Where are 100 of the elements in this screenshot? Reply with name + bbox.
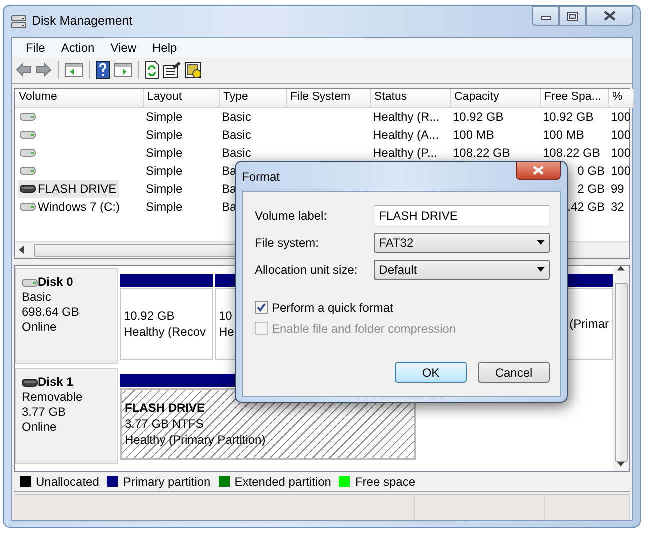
table-cell: Healthy (A...	[373, 128, 440, 142]
legend-label: Extended partition	[234, 474, 332, 491]
dropdown[interactable]: Default	[374, 260, 550, 280]
caret-icon	[537, 240, 545, 245]
volume-name[interactable]	[18, 149, 38, 158]
column-header[interactable]: Free Spa...	[540, 88, 608, 108]
disk-status: Online	[22, 320, 58, 336]
hard-drive-icon	[20, 131, 36, 140]
partition-text: 3.77 GB NTFS	[125, 416, 204, 432]
pane-icon[interactable]	[114, 62, 132, 78]
hard-drive-icon	[20, 113, 36, 122]
help-icon[interactable]	[96, 61, 110, 80]
column-header[interactable]: Volume	[15, 88, 143, 108]
volume-name[interactable]	[18, 167, 38, 176]
disk-type: Removable	[22, 390, 84, 406]
table-cell: 99	[611, 182, 624, 196]
volume-name[interactable]	[18, 113, 38, 122]
close-icon	[604, 11, 616, 21]
column-header[interactable]: Status	[370, 88, 450, 108]
dialog-button[interactable]: Cancel	[478, 362, 550, 383]
checkbox[interactable]	[255, 301, 268, 314]
vertical-scrollbar[interactable]	[613, 266, 629, 472]
checkbox-label: Enable file and folder compression	[272, 320, 456, 338]
menu-item[interactable]: Help	[144, 38, 186, 57]
disk-type: Basic	[22, 290, 52, 306]
legend-label: Unallocated	[36, 474, 100, 491]
close-button[interactable]	[586, 6, 633, 26]
table-cell: Basic	[222, 110, 252, 124]
table-cell: Simple	[146, 200, 183, 214]
text-field[interactable]: FLASH DRIVE	[374, 204, 550, 226]
hard-drive-icon	[20, 167, 36, 176]
field-label: Volume label:	[255, 208, 328, 224]
partition-text: 10.92 GB	[124, 308, 175, 324]
close-button[interactable]	[516, 162, 561, 180]
partition-text: 10	[219, 308, 232, 324]
pane-icon[interactable]	[65, 62, 83, 78]
partition-text: He	[219, 324, 234, 340]
scroll-left-icon	[19, 246, 24, 254]
table-cell: Simple	[146, 110, 183, 124]
scroll-up-icon	[617, 266, 625, 271]
hard-drive-icon	[20, 203, 36, 212]
legend-label: Primary partition	[123, 474, 211, 491]
maximize-button[interactable]	[559, 6, 586, 26]
table-cell: 108.22 GB	[453, 146, 510, 160]
menu-item[interactable]: Action	[53, 38, 103, 57]
hard-drive-icon	[22, 278, 38, 287]
partition-text: (Primar	[570, 316, 609, 332]
legend-label: Free space	[355, 474, 416, 491]
table-cell: Simple	[146, 164, 183, 178]
table-cell: 10.92 GB	[453, 110, 504, 124]
table-cell: 100 MB	[543, 128, 584, 142]
table-cell: 32	[611, 200, 624, 214]
column-header[interactable]: File System	[286, 88, 370, 108]
close-icon	[533, 166, 544, 175]
disk-size: 3.77 GB	[22, 405, 68, 420]
dialog-title: Format	[242, 168, 280, 186]
table-cell: Basic	[222, 146, 252, 160]
refresh-icon[interactable]	[145, 61, 159, 80]
table-cell: Healthy (R...	[373, 110, 440, 124]
menu-item[interactable]: File	[18, 38, 54, 57]
disk-name: Disk 1	[38, 375, 74, 390]
table-cell: Basic	[222, 128, 252, 142]
dialog-button[interactable]: OK	[395, 362, 467, 383]
table-cell: 100 MB	[453, 128, 494, 142]
properties-icon[interactable]	[163, 62, 181, 79]
column-header[interactable]: %	[608, 88, 633, 108]
disk-management-icon	[11, 14, 27, 30]
column-header[interactable]: Layout	[143, 88, 219, 108]
partition-panel[interactable]: 10.92 GB Healthy (Recov	[120, 288, 213, 360]
volume-name[interactable]	[18, 131, 38, 140]
restore-icon	[567, 12, 578, 20]
back-arrow-icon[interactable]	[16, 63, 32, 78]
hard-drive-icon	[20, 149, 36, 158]
checkbox-label: Perform a quick format	[272, 300, 394, 316]
removable-drive-icon	[20, 185, 36, 194]
forward-arrow-icon[interactable]	[36, 63, 52, 78]
table-cell: Simple	[146, 128, 183, 142]
partition-text: Healthy (Primary Partition)	[125, 432, 266, 448]
partition-text: Healthy (Recov	[124, 324, 206, 340]
partition-label: FLASH DRIVE	[125, 400, 206, 416]
disk-status: Online	[22, 420, 58, 436]
table-cell: 100	[611, 146, 632, 160]
table-cell: .42 GB	[568, 200, 605, 214]
table-cell: 100	[611, 110, 632, 124]
minimize-button[interactable]	[532, 6, 559, 26]
table-cell: Simple	[146, 182, 183, 196]
table-cell: 108.22 GB	[543, 146, 600, 160]
column-header[interactable]: Capacity	[450, 88, 540, 108]
column-header[interactable]: Type	[219, 88, 286, 108]
table-cell: Healthy (P...	[373, 146, 438, 160]
volume-name[interactable]: FLASH DRIVE	[18, 180, 119, 198]
window-title: Disk Management	[32, 13, 133, 30]
caret-icon	[537, 267, 545, 272]
table-cell: 100	[611, 128, 632, 142]
table-cell: Simple	[146, 146, 183, 160]
menu-item[interactable]: View	[102, 38, 144, 57]
dropdown[interactable]: FAT32	[374, 232, 550, 252]
volume-name[interactable]: Windows 7 (C:)	[18, 198, 122, 216]
check-icon	[257, 303, 266, 312]
disk-name: Disk 0	[38, 275, 74, 290]
